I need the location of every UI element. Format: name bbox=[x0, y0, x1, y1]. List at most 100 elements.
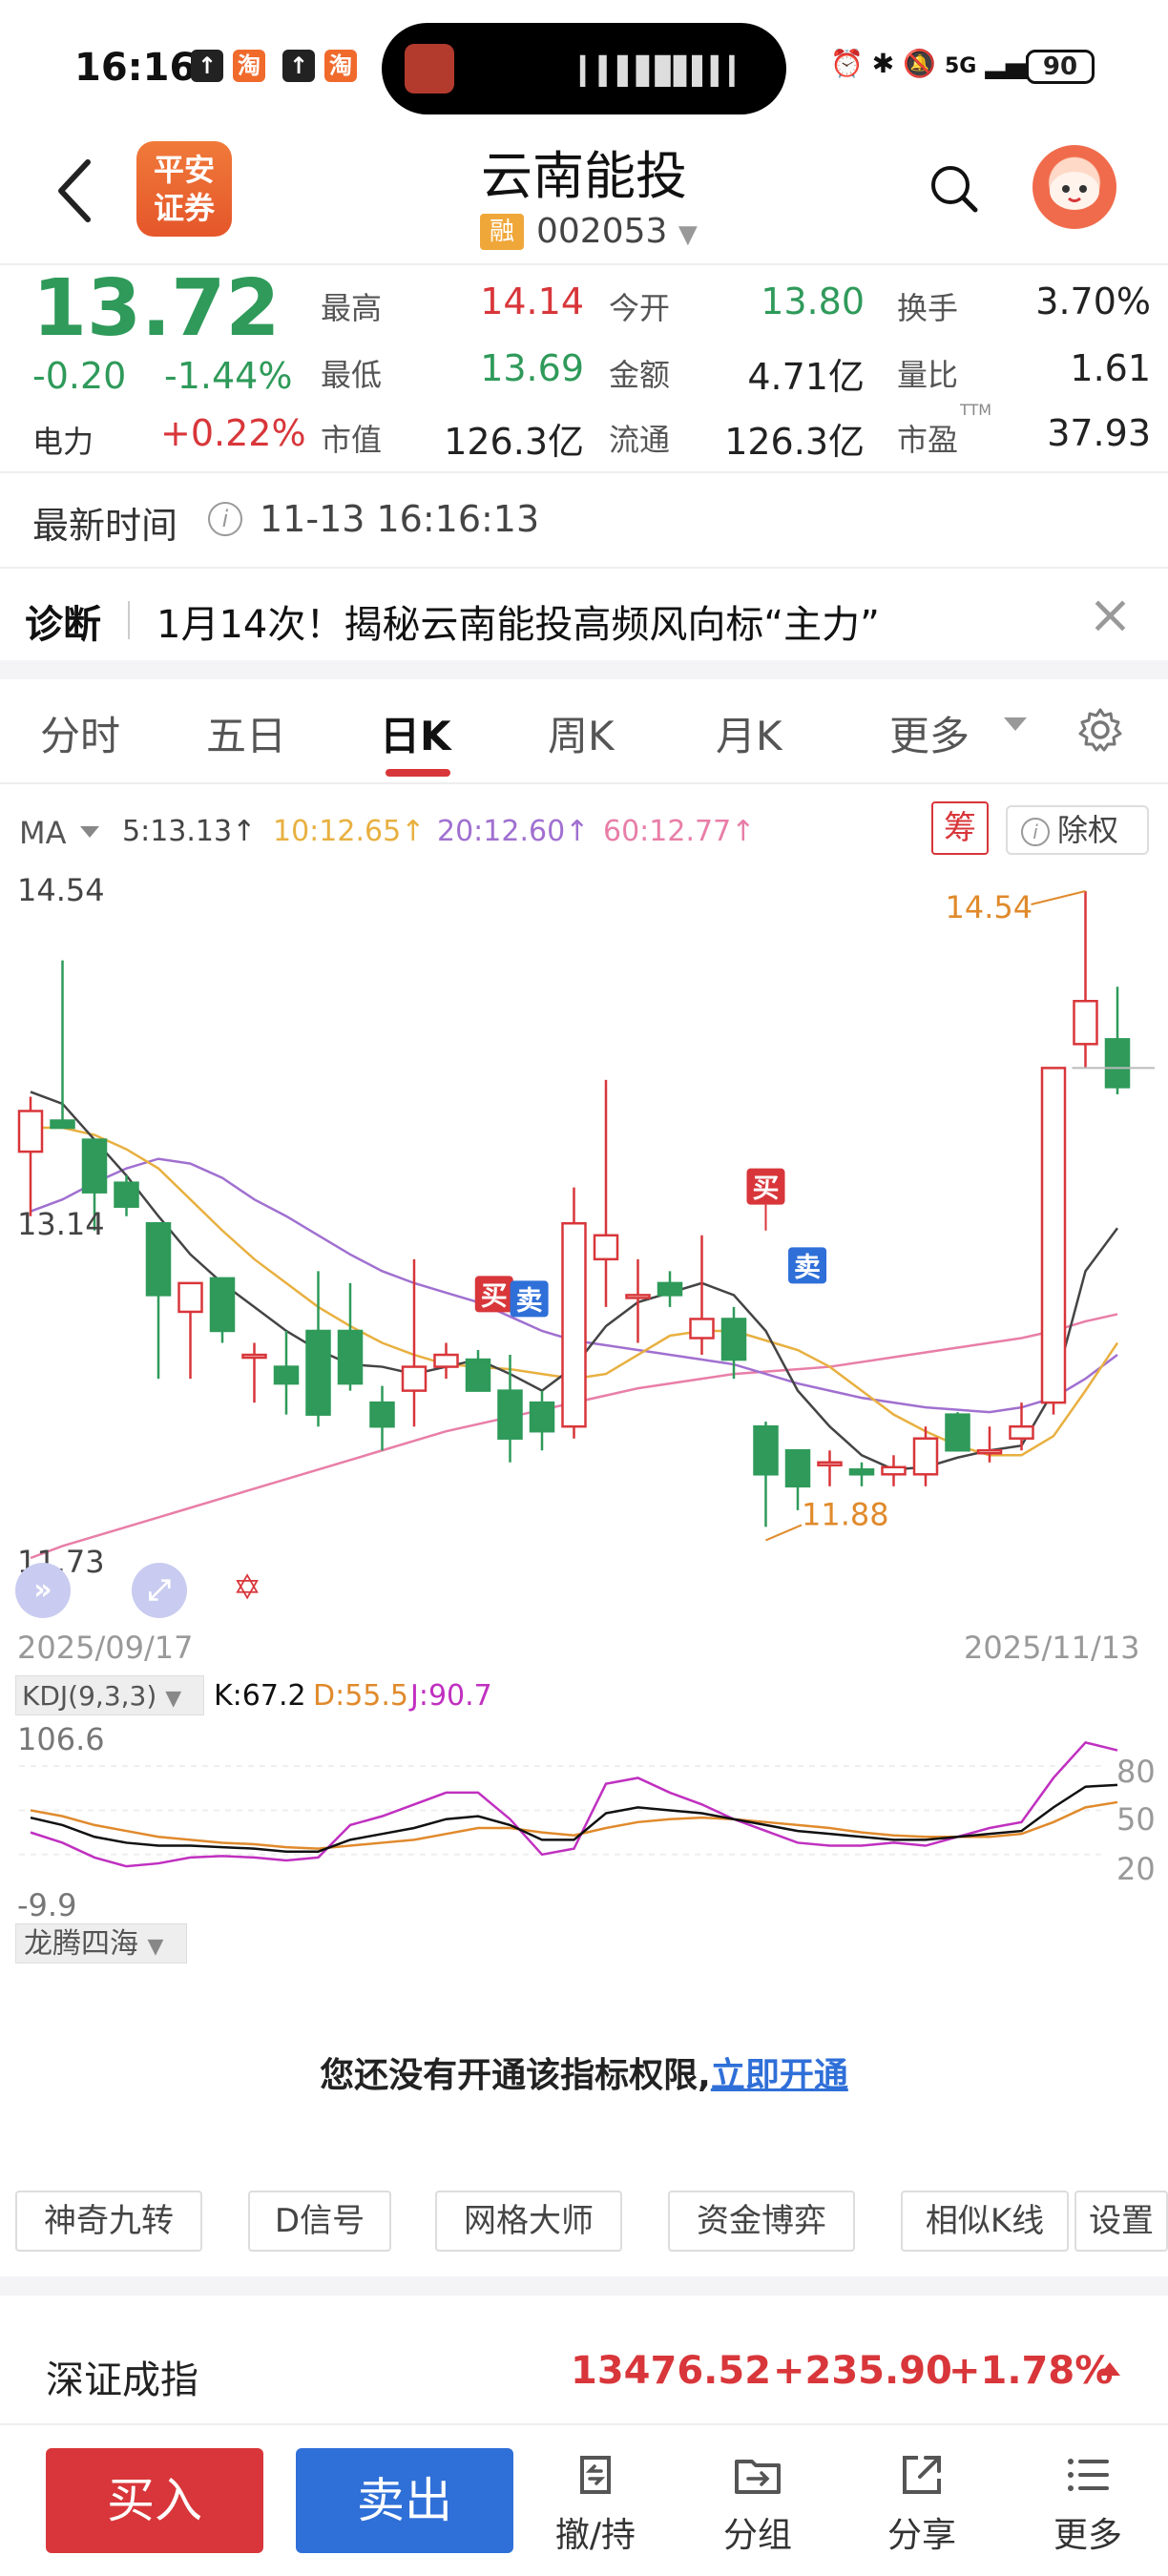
chevron-down-icon: ▼ bbox=[147, 1935, 164, 1959]
tool-grid-master[interactable]: 网格大师 bbox=[435, 2191, 622, 2252]
tab-more[interactable]: 更多 bbox=[889, 704, 970, 762]
tool-settings[interactable]: 设置 bbox=[1074, 2191, 1168, 2252]
quote-label-low: 最低 bbox=[321, 357, 383, 393]
star-icon[interactable]: ✡ bbox=[233, 1568, 261, 1608]
candle-body bbox=[114, 1181, 139, 1208]
kline-chart[interactable]: 14.5411.88买 卖买卖 bbox=[0, 859, 1168, 1622]
kdj-label: KDJ(9,3,3) bbox=[22, 1680, 157, 1712]
candle-body bbox=[81, 1138, 108, 1194]
end-date: 2025/11/13 bbox=[964, 1630, 1140, 1666]
candle-body bbox=[625, 1294, 651, 1299]
diagnosis-headline[interactable]: 1月14次！揭秘云南能投高频风向标“主力” bbox=[156, 593, 880, 649]
low-annotation-line bbox=[765, 1524, 803, 1542]
gear-icon[interactable] bbox=[1076, 706, 1124, 754]
quote-value-pe-ratio: 37.93 bbox=[1047, 412, 1151, 454]
folder-icon bbox=[735, 2460, 781, 2494]
expand-left-icon[interactable]: » bbox=[15, 1563, 71, 1618]
search-icon[interactable] bbox=[928, 162, 981, 216]
divider bbox=[0, 782, 1168, 784]
tab-intraday[interactable]: 分时 bbox=[40, 704, 120, 762]
tool-d-signal[interactable]: D信号 bbox=[248, 2191, 391, 2252]
tab-monthly-k[interactable]: 月K bbox=[716, 704, 782, 762]
fullscreen-icon[interactable]: ⤢ bbox=[132, 1563, 187, 1618]
chevron-up-icon[interactable] bbox=[1099, 2362, 1120, 2376]
chevron-down-icon: ▼ bbox=[678, 220, 698, 249]
info-icon[interactable]: i bbox=[208, 502, 242, 536]
candle-body bbox=[145, 1221, 172, 1297]
chip-distribution-button[interactable]: 筹 bbox=[931, 801, 989, 855]
bluetooth-icon: ✱ bbox=[871, 48, 895, 79]
candle-body bbox=[273, 1365, 300, 1385]
divider bbox=[0, 2423, 1168, 2425]
start-date: 2025/09/17 bbox=[17, 1630, 194, 1666]
sector-name[interactable]: 电力 bbox=[32, 418, 94, 462]
group-button[interactable]: 分组 bbox=[691, 2448, 824, 2557]
cancel-hold-button[interactable]: 撤/持 bbox=[529, 2448, 662, 2557]
active-tab-indicator bbox=[386, 769, 450, 777]
candle-body bbox=[497, 1389, 523, 1440]
low-annotation: 11.88 bbox=[802, 1496, 889, 1532]
section-gap bbox=[0, 660, 1168, 679]
indicator-selector[interactable]: 龙腾四海 ▼ bbox=[15, 1923, 187, 1963]
tool-nine-turn[interactable]: 神奇九转 bbox=[15, 2191, 202, 2252]
share-button[interactable]: 分享 bbox=[855, 2448, 989, 2557]
tab-daily-k[interactable]: 日K bbox=[380, 704, 451, 762]
kdj-chart[interactable] bbox=[0, 1717, 1168, 1908]
y-axis-high: 14.54 bbox=[17, 872, 105, 908]
index-name[interactable]: 深证成指 bbox=[46, 2349, 198, 2404]
kdj-d-line bbox=[30, 1800, 1118, 1850]
candle-body bbox=[784, 1448, 811, 1488]
latest-time-label: 最新时间 bbox=[32, 505, 178, 547]
sell-signal: 卖 bbox=[794, 1251, 821, 1282]
candle-body bbox=[657, 1281, 683, 1297]
candle-body bbox=[337, 1329, 364, 1385]
margin-badge: 融 bbox=[480, 214, 524, 250]
candle-body bbox=[50, 1119, 75, 1130]
candle-body bbox=[1073, 999, 1098, 1046]
tool-similar-k[interactable]: 相似K线 bbox=[901, 2191, 1069, 2252]
adjust-label: 除权 bbox=[1057, 812, 1119, 848]
quote-label-volume-ratio: 量比 bbox=[897, 357, 959, 393]
quote-value-float-cap: 126.3亿 bbox=[724, 421, 865, 463]
close-icon[interactable]: × bbox=[1088, 584, 1133, 646]
taobao-icon: 淘 bbox=[324, 50, 357, 82]
candle-body bbox=[753, 1424, 779, 1476]
tab-weekly-k[interactable]: 周K bbox=[548, 704, 615, 762]
ma-selector[interactable]: MA bbox=[19, 815, 67, 851]
candle-body bbox=[848, 1468, 875, 1476]
more-button[interactable]: 更多 bbox=[1021, 2448, 1155, 2557]
section-gap bbox=[0, 2276, 1168, 2296]
activate-link[interactable]: 立即开通 bbox=[711, 2056, 848, 2095]
candle-body bbox=[17, 1110, 44, 1153]
dynamic-island[interactable]: ▎▍▌▋▊▋▌▍▎ bbox=[382, 23, 786, 114]
high-annotation: 14.54 bbox=[946, 889, 1033, 925]
more-label: 更多 bbox=[1053, 2516, 1122, 2555]
kdj-j: J:90.7 bbox=[410, 1679, 492, 1713]
kdj-selector[interactable]: KDJ(9,3,3) ▼ bbox=[15, 1675, 204, 1715]
audio-wave-icon: ▎▍▌▋▊▋▌▍▎ bbox=[580, 55, 750, 87]
assistant-avatar[interactable] bbox=[1032, 145, 1116, 229]
quote-label-open: 今开 bbox=[609, 290, 671, 326]
candle-body bbox=[1040, 1067, 1067, 1404]
tool-fund-game[interactable]: 资金博弈 bbox=[668, 2191, 855, 2252]
sell-button[interactable]: 卖出 bbox=[296, 2448, 513, 2553]
stock-code[interactable]: 002053 ▼ bbox=[536, 212, 698, 251]
system-icons: ⏰ ✱ 🔕 5G ▂▄▆ bbox=[830, 48, 1047, 79]
price-change: -0.20 bbox=[32, 355, 127, 397]
sector-change[interactable]: +0.22% bbox=[160, 412, 306, 454]
clock: 16:16 bbox=[74, 46, 197, 90]
buy-button[interactable]: 买入 bbox=[46, 2448, 263, 2553]
candle-body bbox=[529, 1401, 555, 1433]
status-bar: 16:16 ↑ 淘 ↑ 淘 ▎▍▌▋▊▋▌▍▎ ⏰ ✱ 🔕 5G ▂▄▆ 90 bbox=[0, 0, 1168, 134]
cancel-hold-icon bbox=[580, 2456, 611, 2494]
stock-name[interactable]: 云南能投 bbox=[0, 134, 1168, 209]
quote-value-amount: 4.71亿 bbox=[747, 356, 865, 398]
group-label: 分组 bbox=[722, 2516, 792, 2555]
info-icon: i bbox=[1021, 818, 1050, 846]
y-axis-mid: 13.14 bbox=[17, 1206, 105, 1242]
candle-body bbox=[241, 1353, 267, 1360]
pe-ttm-label: TTM bbox=[960, 401, 992, 419]
tab-five-day[interactable]: 五日 bbox=[206, 704, 286, 762]
adjust-button[interactable]: i 除权 bbox=[1006, 805, 1149, 855]
ma20-value: 20:12.60↑ bbox=[437, 815, 590, 848]
